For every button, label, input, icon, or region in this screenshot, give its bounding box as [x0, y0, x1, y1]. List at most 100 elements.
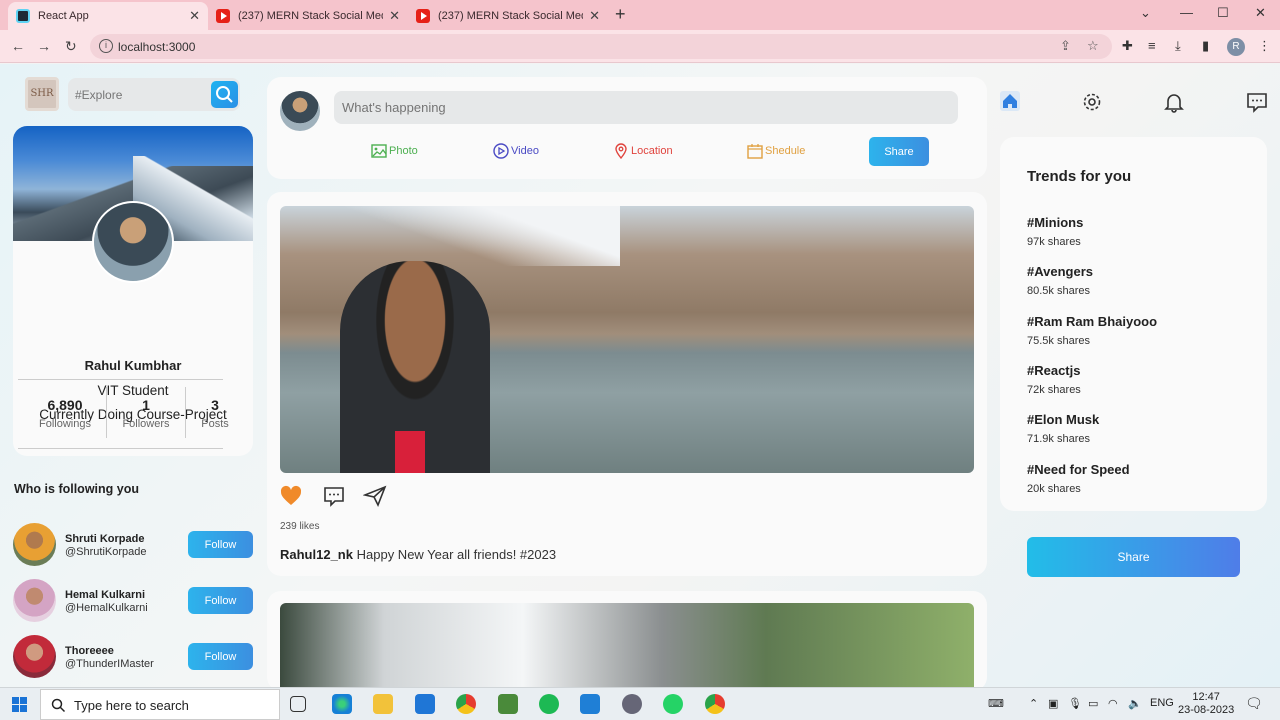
- battery-icon[interactable]: ▭: [1088, 697, 1098, 710]
- post-composer: Photo Video Location Shedule Share: [267, 77, 987, 179]
- profile-avatar-image[interactable]: [92, 201, 174, 283]
- side-panel-icon[interactable]: ▮: [1202, 38, 1209, 54]
- download-icon[interactable]: ⤓: [1175, 38, 1181, 54]
- new-tab-icon[interactable]: +: [615, 4, 626, 25]
- trend-item[interactable]: #Minions 97k shares: [1027, 215, 1083, 248]
- taskbar-search[interactable]: Type here to search: [40, 689, 280, 720]
- photo-option[interactable]: Photo: [371, 143, 418, 159]
- comment-icon[interactable]: [322, 484, 346, 508]
- close-tab-icon[interactable]: ✕: [189, 8, 200, 24]
- spotify-icon[interactable]: [539, 694, 559, 714]
- tab-youtube-1[interactable]: (237) MERN Stack Social Media A ✕: [208, 2, 408, 30]
- tray-app-icon[interactable]: ▣: [1048, 697, 1058, 710]
- notification-bell-icon[interactable]: [1163, 91, 1185, 113]
- trend-item[interactable]: #Need for Speed 20k shares: [1027, 462, 1130, 495]
- extensions-icon[interactable]: ✚: [1122, 38, 1133, 54]
- follower-avatar[interactable]: [13, 579, 56, 622]
- close-tab-icon[interactable]: ✕: [589, 8, 600, 24]
- follow-button[interactable]: Follow: [188, 531, 253, 558]
- follower-name: Thoreeee: [65, 645, 114, 657]
- file-explorer-icon[interactable]: [373, 694, 393, 714]
- follower-item: Hemal Kulkarni @HemalKulkarni Follow: [13, 579, 253, 623]
- mail-icon[interactable]: [415, 694, 435, 714]
- home-icon[interactable]: [999, 90, 1021, 112]
- close-window-icon[interactable]: ✕: [1255, 5, 1266, 21]
- composer-input[interactable]: [334, 91, 958, 124]
- follower-avatar[interactable]: [13, 635, 56, 678]
- tab-youtube-2[interactable]: (237) MERN Stack Social Media A ✕: [408, 2, 608, 30]
- heart-icon[interactable]: [279, 484, 303, 508]
- trend-item[interactable]: #Reactjs 72k shares: [1027, 363, 1081, 396]
- composer-avatar: [280, 91, 320, 131]
- reload-icon[interactable]: ↻: [65, 38, 77, 55]
- tray-chevron-icon[interactable]: ⌃: [1029, 697, 1038, 710]
- menu-dots-icon[interactable]: ⋮: [1258, 38, 1271, 54]
- bookmark-star-icon[interactable]: ☆: [1087, 38, 1099, 54]
- tab-search-chevron-icon[interactable]: ⌄: [1140, 5, 1151, 21]
- post-username[interactable]: Rahul12_nk: [280, 547, 353, 562]
- task-view-icon[interactable]: [290, 696, 306, 712]
- schedule-option[interactable]: Shedule: [747, 143, 805, 159]
- video-option[interactable]: Video: [493, 143, 539, 159]
- edge-icon[interactable]: [332, 694, 352, 714]
- share-send-icon[interactable]: [363, 484, 387, 508]
- notification-center-icon[interactable]: 🗨: [1245, 695, 1263, 712]
- back-icon[interactable]: ←: [11, 38, 25, 54]
- follow-button[interactable]: Follow: [188, 643, 253, 670]
- video-label: Video: [511, 145, 539, 157]
- language-indicator[interactable]: ENG: [1150, 697, 1174, 709]
- minimize-icon[interactable]: —: [1180, 5, 1193, 20]
- windows-start-icon[interactable]: [12, 697, 27, 712]
- settings-gear-icon[interactable]: [1081, 91, 1103, 113]
- keyboard-icon[interactable]: ⌨: [988, 697, 1004, 710]
- media-control-icon[interactable]: ≡: [1148, 38, 1156, 53]
- profile-avatar[interactable]: R: [1227, 38, 1245, 56]
- post-likes: 239 likes: [280, 521, 320, 532]
- trend-item[interactable]: #Ram Ram Bhaiyooo 75.5k shares: [1027, 314, 1157, 347]
- search-button[interactable]: [211, 81, 238, 108]
- maximize-icon[interactable]: ☐: [1217, 5, 1229, 21]
- close-tab-icon[interactable]: ✕: [389, 8, 400, 24]
- right-share-button[interactable]: Share: [1027, 537, 1240, 577]
- url-text[interactable]: localhost:3000: [118, 40, 195, 54]
- tab-react-app[interactable]: React App ✕: [8, 2, 208, 30]
- react-favicon-icon: [16, 9, 30, 23]
- stat-posts[interactable]: 3 Posts: [180, 397, 250, 430]
- trend-shares: 80.5k shares: [1027, 285, 1090, 297]
- omnibox[interactable]: i localhost:3000 ⇪ ☆: [90, 34, 1112, 59]
- profile-name: Rahul Kumbhar: [84, 358, 182, 373]
- trend-item[interactable]: #Avengers 80.5k shares: [1027, 264, 1093, 297]
- stat-followers[interactable]: 1 Followers: [111, 397, 181, 430]
- volume-icon[interactable]: 🔈: [1128, 697, 1142, 710]
- stat-followings[interactable]: 6,890 Followings: [30, 397, 100, 430]
- address-bar-row: ← → ↻ i localhost:3000 ⇪ ☆ ✚ ≡ ⤓ ▮ R ⋮: [0, 30, 1280, 63]
- follower-handle: @HemalKulkarni: [65, 602, 148, 614]
- forward-icon[interactable]: →: [37, 38, 51, 54]
- who-following-title: Who is following you: [14, 482, 139, 496]
- chrome-profile-icon[interactable]: [705, 694, 725, 714]
- follow-button[interactable]: Follow: [188, 587, 253, 614]
- follower-avatar[interactable]: [13, 523, 56, 566]
- stats-divider-top: [18, 379, 223, 380]
- microphone-icon[interactable]: 🎙: [1068, 697, 1082, 710]
- clock[interactable]: 12:47 23-08-2023: [1178, 691, 1234, 717]
- trend-shares: 20k shares: [1027, 483, 1081, 495]
- trend-item[interactable]: #Elon Musk 71.9k shares: [1027, 412, 1099, 445]
- chat-icon[interactable]: [1246, 91, 1268, 113]
- explore-search-input[interactable]: [68, 78, 208, 111]
- share-post-button[interactable]: Share: [869, 137, 929, 166]
- app-icon[interactable]: [498, 694, 518, 714]
- share-page-icon[interactable]: ⇪: [1060, 38, 1071, 54]
- site-info-icon[interactable]: i: [99, 39, 113, 53]
- follower-item: Shruti Korpade @ShrutiKorpade Follow: [13, 523, 253, 567]
- followings-label: Followings: [39, 418, 91, 430]
- settings-icon[interactable]: [622, 694, 642, 714]
- location-option[interactable]: Location: [613, 143, 673, 159]
- wifi-icon[interactable]: ◠: [1108, 697, 1118, 710]
- post-image[interactable]: [280, 206, 974, 473]
- post-image[interactable]: [280, 603, 974, 693]
- vscode-icon[interactable]: [580, 694, 600, 714]
- chrome-icon[interactable]: [456, 694, 476, 714]
- followings-count: 6,890: [47, 397, 83, 413]
- whatsapp-icon[interactable]: [663, 694, 683, 714]
